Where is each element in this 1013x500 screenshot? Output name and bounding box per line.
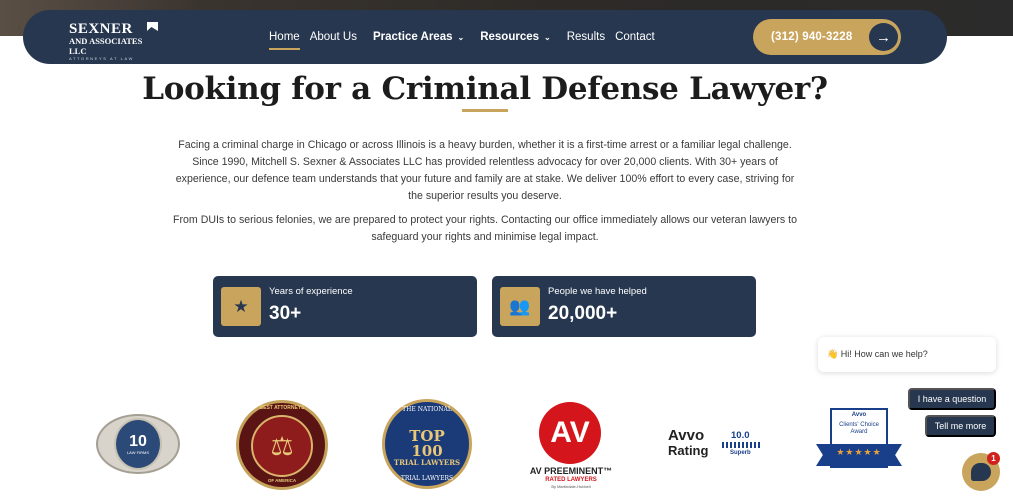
badge-center: TOP 100 TRIAL LAWYERS	[393, 412, 461, 467]
badge-line-1: AV PREEMINENT™	[529, 466, 613, 476]
nav-home[interactable]: Home	[269, 31, 300, 50]
badge-best-attorneys: BEST ATTORNEYS ⚖ OF AMERICA	[236, 400, 328, 490]
intro-paragraph: Facing a criminal charge in Chicago or a…	[175, 139, 795, 202]
stat-value: 20,000+	[548, 303, 618, 324]
rights-paragraph: From DUIs to serious felonies, we are pr…	[173, 214, 797, 243]
badge-avvo-rating: Avvo Rating 10.0 Superb	[668, 428, 768, 464]
av-logo: AV	[539, 402, 601, 464]
title-underline	[462, 109, 508, 112]
badge-text: LAW FIRMS	[126, 449, 150, 455]
badge-national-trial-lawyers: THE NATIONAL TOP 100 TRIAL LAWYERS TRIAL…	[382, 399, 472, 489]
score-meter	[722, 442, 762, 448]
chevron-down-icon: ⌄	[457, 32, 465, 42]
nav-results[interactable]: Results	[567, 31, 605, 43]
avvo-score: 10.0	[731, 430, 750, 441]
call-phone-button[interactable]: (312) 940-3228 →	[753, 19, 901, 55]
badge-line-2: RATED LAWYERS	[545, 477, 597, 483]
stat-card-experience: ★ Years of experience 30+	[213, 276, 477, 337]
chat-notification-badge: 1	[987, 452, 1000, 465]
stat-value: 30+	[269, 303, 302, 324]
award-title: Clients' Choice Award	[839, 422, 879, 435]
nav-links: Home About Us Practice Areas ⌄ Resources…	[269, 10, 665, 64]
chat-greeting-bubble[interactable]: 👋 Hi! How can we help?	[818, 337, 996, 372]
arrow-right-icon: →	[869, 23, 898, 51]
chat-option-more[interactable]: Tell me more	[925, 415, 996, 437]
badge-american-institute: 10 LAW FIRMS	[96, 414, 180, 474]
logo-main-text: SEXNER	[69, 21, 133, 37]
star-icon: ★	[221, 287, 261, 326]
badge-american-institute-inner: 10 LAW FIRMS	[114, 418, 162, 470]
badge-sub-text: TRIAL LAWYERS	[393, 458, 461, 467]
nav-about-us[interactable]: About Us	[310, 31, 357, 43]
stat-card-clients: 👥 People we have helped 20,000+	[492, 276, 756, 337]
badge-avvo-clients-choice: Avvo Clients' Choice Award ★★★★★	[816, 408, 902, 480]
stat-label: Years of experience	[269, 286, 353, 297]
nav-practice-areas[interactable]: Practice Areas ⌄	[373, 31, 464, 43]
stat-label: People we have helped	[548, 286, 647, 297]
nav-resources[interactable]: Resources ⌄	[480, 31, 551, 43]
chevron-down-icon: ⌄	[544, 32, 551, 42]
scales-icon: ⚖	[251, 415, 313, 477]
badge-ring-top: BEST ATTORNEYS	[259, 405, 305, 411]
badge-line-3: By Martindale-Hubbell	[551, 484, 591, 489]
badge-av-preeminent: AV AV PREEMINENT™ RATED LAWYERS By Marti…	[528, 402, 614, 492]
nav-resources-label: Resources	[480, 31, 540, 43]
avvo-brand: Avvo	[668, 427, 705, 444]
awards-row: 10 LAW FIRMS BEST ATTORNEYS ⚖ OF AMERICA…	[0, 398, 1013, 500]
stars-icon: ★★★★★	[836, 447, 882, 457]
avvo-superb: Superb	[730, 450, 751, 456]
badge-ring-bottom: OF AMERICA	[267, 478, 297, 483]
nav-contact[interactable]: Contact	[615, 31, 655, 43]
chat-icon	[971, 463, 991, 481]
avvo-rating-label: Rating	[668, 443, 709, 458]
award-brand: Avvo	[851, 412, 867, 418]
chat-option-question[interactable]: I have a question	[908, 388, 996, 410]
nav-practice-areas-label: Practice Areas	[373, 31, 453, 43]
badge-number: 10	[129, 432, 147, 450]
badge-ring-bottom: TRIAL LAWYERS	[400, 475, 454, 482]
site-logo[interactable]: SEXNER AND ASSOCIATES LLC ATTORNEYS AT L…	[69, 21, 159, 61]
badge-main-text: TOP 100	[409, 427, 445, 460]
people-icon: 👥	[500, 287, 540, 326]
logo-sub-text: AND ASSOCIATES LLC	[69, 36, 143, 56]
phone-number: (312) 940-3228	[771, 31, 853, 43]
main-navbar: SEXNER AND ASSOCIATES LLC ATTORNEYS AT L…	[23, 10, 947, 64]
page-title: Looking for a Criminal Defense Lawyer?	[142, 71, 828, 107]
logo-tagline: ATTORNEYS AT LAW	[69, 56, 134, 61]
